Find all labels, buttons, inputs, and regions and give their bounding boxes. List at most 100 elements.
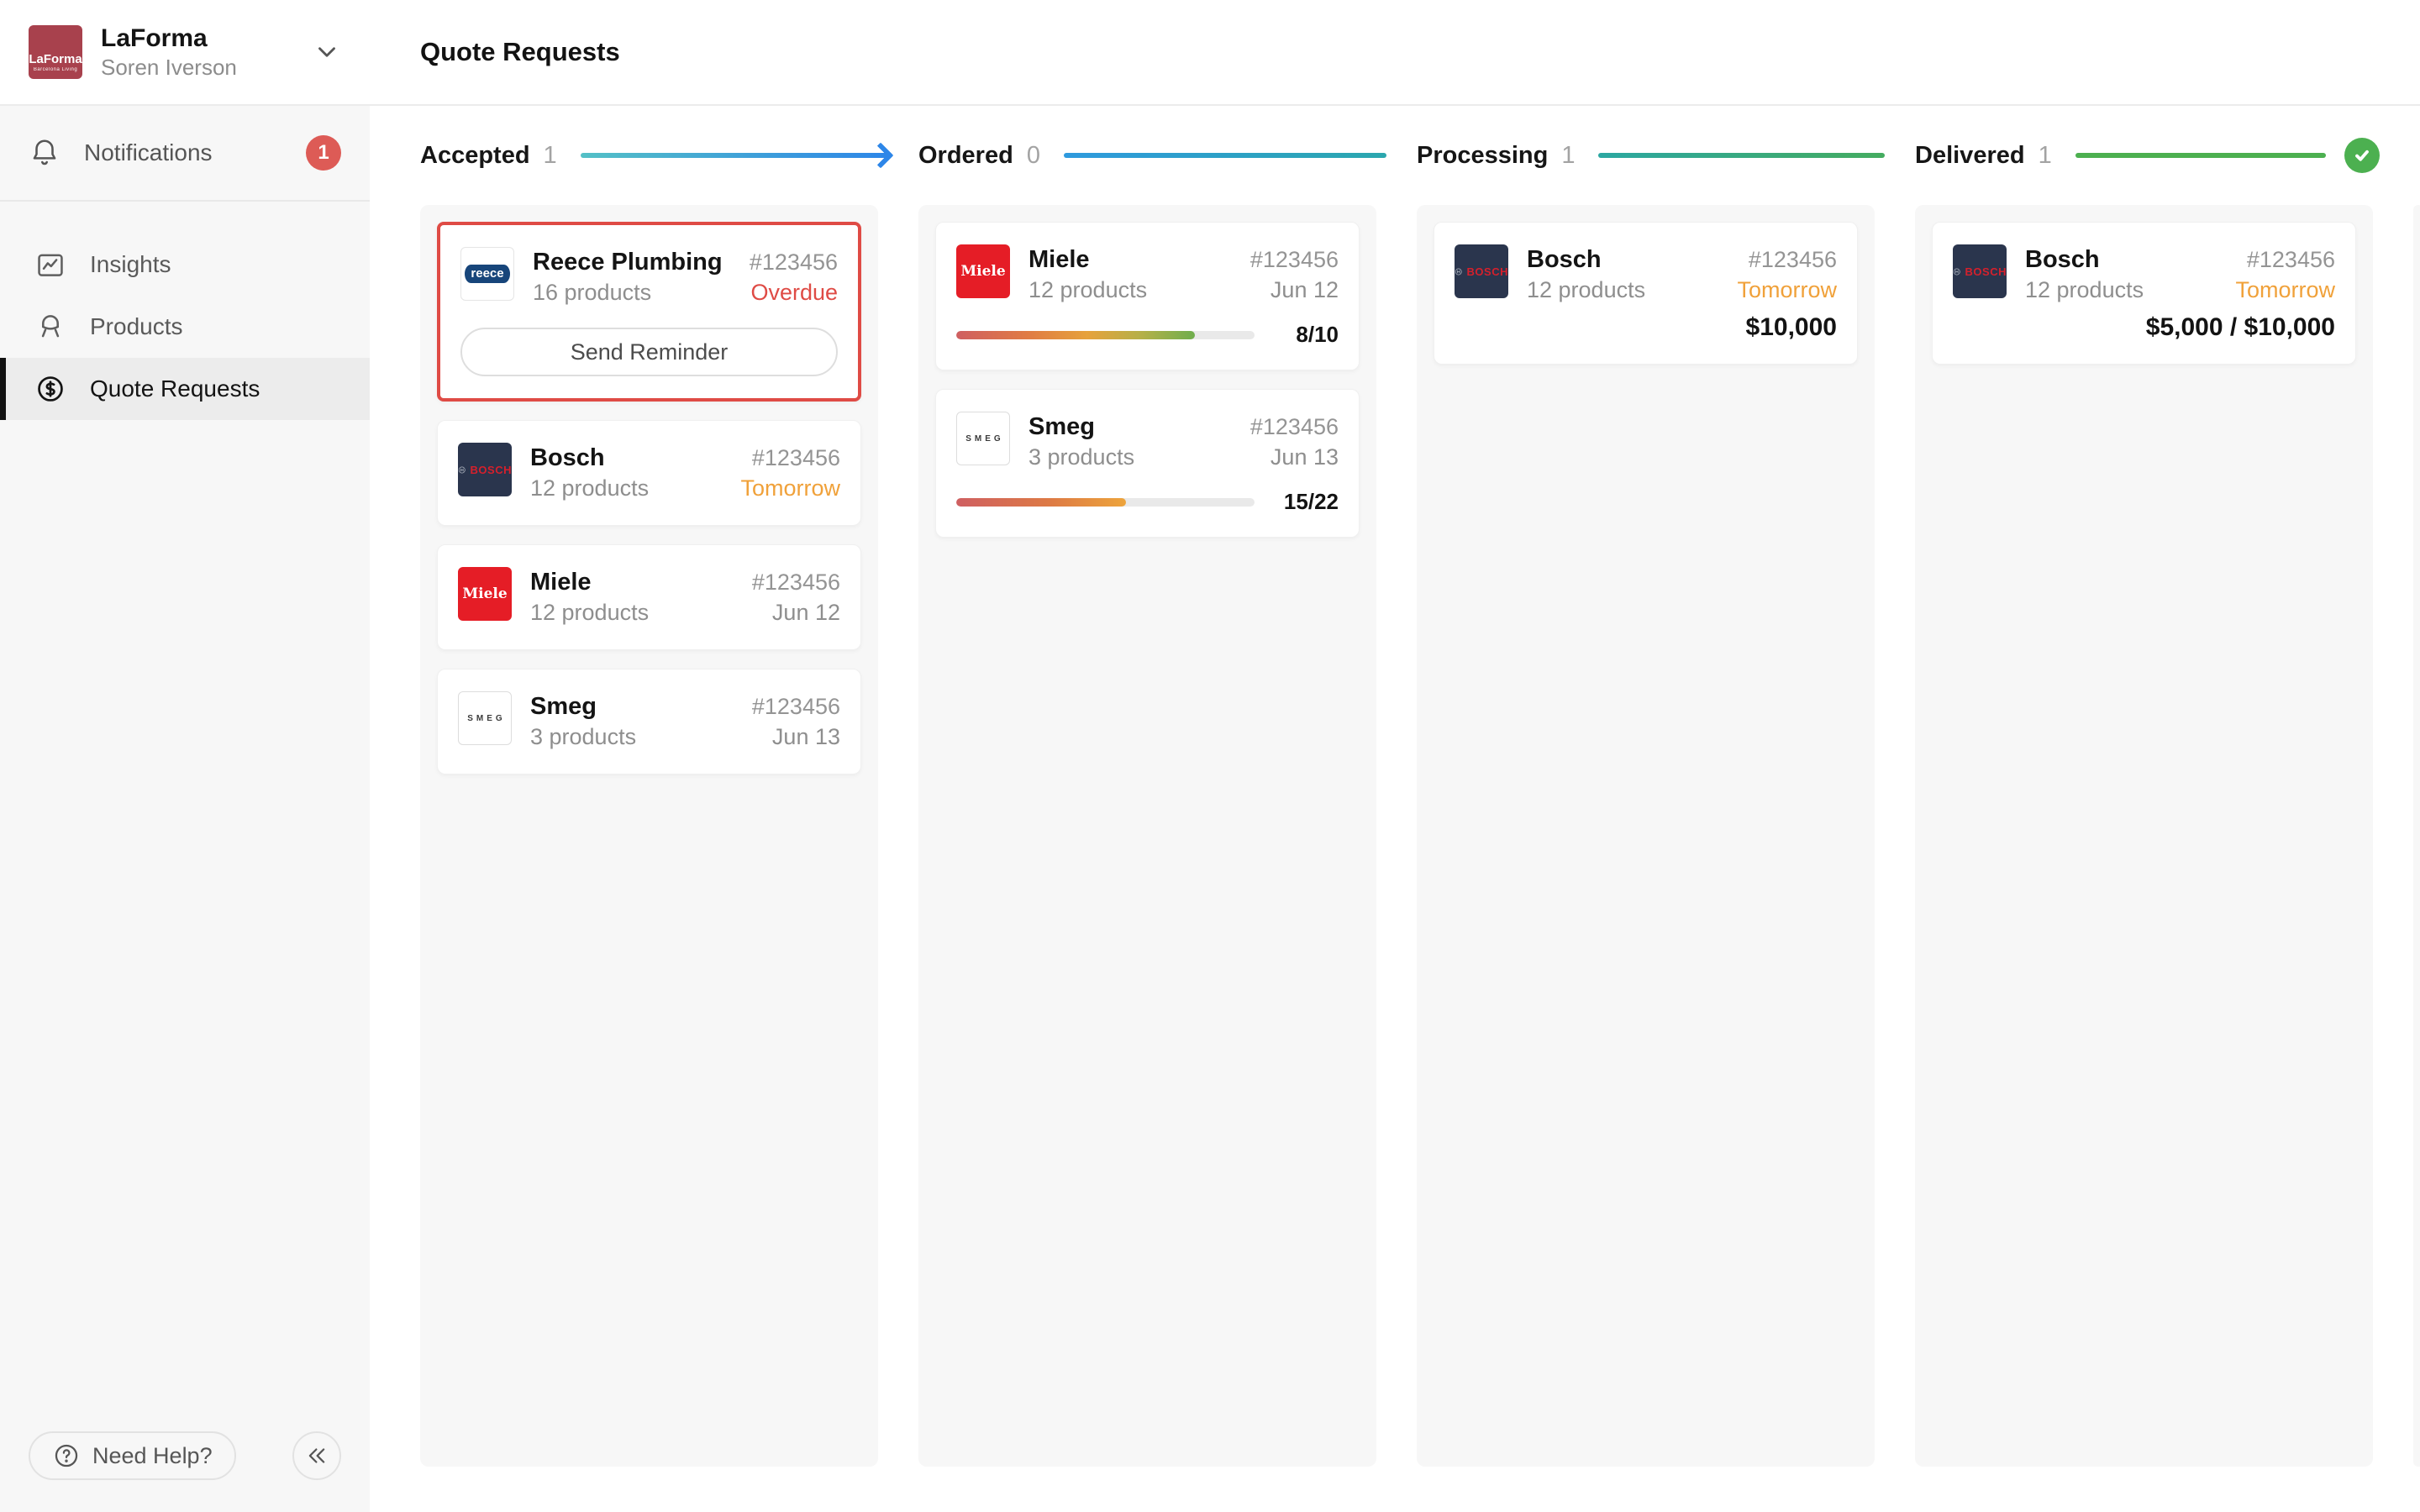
page-title: Quote Requests: [420, 37, 620, 67]
insights-icon: [34, 249, 73, 281]
order-id: #123456: [752, 694, 840, 720]
quote-amount: $5,000 / $10,000: [1953, 313, 2335, 342]
laforma-logo: LaForma Barcelona Living: [29, 25, 82, 79]
question-circle-icon: [52, 1441, 81, 1470]
stage-name: Delivered: [1915, 142, 2025, 170]
column-processing: BOSCH Bosch #123456 12 products Tomorrow…: [1417, 205, 1875, 1467]
quote-card-bosch[interactable]: BOSCH Bosch #123456 12 products Tomorrow…: [1932, 222, 2356, 365]
vendor-name: Bosch: [530, 443, 605, 473]
column-ordered: Miele Miele #123456 12 products Jun 12: [918, 205, 1376, 1467]
sidebar: LaForma Barcelona Living LaForma Soren I…: [0, 0, 370, 1512]
vendor-name: Miele: [1028, 244, 1090, 275]
quote-card-bosch[interactable]: BOSCH Bosch #123456 12 products Tomorrow: [437, 420, 861, 526]
due-status: Jun 12: [1270, 277, 1339, 303]
double-chevron-left-icon: [304, 1443, 329, 1468]
need-help-button[interactable]: Need Help?: [29, 1431, 236, 1480]
stage-count: 1: [2039, 142, 2052, 170]
order-id: #123456: [750, 249, 838, 276]
flow-arrow-line: [581, 153, 888, 158]
kanban-board: reece Reece Plumbing #123456 16 products…: [370, 205, 2420, 1467]
quote-card-bosch[interactable]: BOSCH Bosch #123456 12 products Tomorrow…: [1434, 222, 1858, 365]
due-status: Tomorrow: [2235, 277, 2335, 303]
progress-fill: [956, 498, 1126, 507]
due-status: Jun 12: [772, 600, 840, 626]
order-progress: 8/10: [956, 322, 1339, 348]
product-count: 12 products: [530, 597, 649, 627]
vendor-name: Bosch: [1527, 244, 1602, 275]
bosch-symbol-icon: [458, 463, 466, 477]
product-count: 12 products: [530, 473, 649, 503]
progress-label: 8/10: [1275, 322, 1339, 348]
stage-delivered: Delivered 1: [1915, 138, 2413, 173]
vendor-name: Reece Plumbing: [533, 247, 723, 277]
sidebar-item-insights[interactable]: Insights: [0, 234, 370, 296]
quote-card-smeg[interactable]: SMEG Smeg #123456 3 products Jun 13: [437, 669, 861, 774]
org-name: LaForma: [101, 24, 237, 54]
flow-line: [2075, 153, 2326, 158]
notifications-label: Notifications: [84, 139, 306, 166]
notifications-badge: 1: [306, 135, 341, 171]
stage-accepted: Accepted 1: [420, 142, 918, 170]
send-reminder-button[interactable]: Send Reminder: [460, 328, 838, 376]
product-count: 12 products: [2025, 275, 2144, 305]
bosch-symbol-icon: [1455, 265, 1463, 279]
miele-logo: Miele: [956, 244, 1010, 298]
progress-track: [956, 498, 1255, 507]
product-count: 3 products: [1028, 442, 1134, 472]
bosch-symbol-icon: [1953, 265, 1961, 279]
sidebar-item-label: Quote Requests: [90, 375, 260, 402]
stage-processing: Processing 1: [1417, 142, 1915, 170]
vendor-name: Miele: [530, 567, 592, 597]
quote-card-miele[interactable]: Miele Miele #123456 12 products Jun 12: [935, 222, 1360, 370]
due-status: Jun 13: [772, 724, 840, 750]
dollar-circle-icon: [34, 373, 73, 405]
sidebar-nav: Insights Products Quote Requests: [0, 202, 370, 420]
sidebar-item-quote-requests[interactable]: Quote Requests: [0, 358, 370, 420]
stage-count: 1: [1561, 142, 1575, 170]
order-id: #123456: [1250, 414, 1339, 440]
column-accepted: reece Reece Plumbing #123456 16 products…: [420, 205, 878, 1467]
column-next-partial: [2413, 205, 2420, 1467]
order-id: #123456: [1749, 247, 1837, 273]
org-switcher[interactable]: LaForma Barcelona Living LaForma Soren I…: [0, 0, 370, 106]
sidebar-item-products[interactable]: Products: [0, 296, 370, 358]
stage-name: Accepted: [420, 142, 530, 170]
stage-name: Processing: [1417, 142, 1548, 170]
quote-card-miele[interactable]: Miele Miele #123456 12 products Jun 12: [437, 544, 861, 650]
chevron-down-icon[interactable]: [313, 38, 341, 66]
progress-track: [956, 331, 1255, 339]
flow-line: [1064, 153, 1386, 158]
progress-fill: [956, 331, 1195, 339]
logo-wordmark: LaForma: [29, 53, 82, 66]
vendor-name: Smeg: [1028, 412, 1095, 442]
vendor-name: Bosch: [2025, 244, 2100, 275]
stage-flow-header: Accepted 1 Ordered 0 Processing 1 Delive…: [370, 106, 2420, 205]
bell-icon: [29, 137, 67, 169]
quote-card-smeg[interactable]: SMEG Smeg #123456 3 products Jun 13: [935, 389, 1360, 538]
chair-icon: [34, 311, 73, 343]
sidebar-item-label: Insights: [90, 251, 171, 278]
order-progress: 15/22: [956, 489, 1339, 515]
product-count: 12 products: [1028, 275, 1147, 305]
check-circle-icon: [2344, 138, 2380, 173]
need-help-label: Need Help?: [92, 1443, 213, 1469]
notifications-item[interactable]: Notifications 1: [0, 106, 370, 202]
due-status: Overdue: [750, 280, 838, 306]
stage-count: 1: [544, 142, 557, 170]
order-id: #123456: [752, 570, 840, 596]
logo-tagline: Barcelona Living: [34, 66, 77, 73]
bosch-logo: BOSCH: [458, 443, 512, 496]
stage-ordered: Ordered 0: [918, 142, 1417, 170]
smeg-logo: SMEG: [458, 691, 512, 745]
bosch-logo: BOSCH: [1455, 244, 1508, 298]
quote-card-reece[interactable]: reece Reece Plumbing #123456 16 products…: [437, 222, 861, 402]
progress-label: 15/22: [1275, 489, 1339, 515]
miele-logo: Miele: [458, 567, 512, 621]
stage-name: Ordered: [918, 142, 1013, 170]
column-delivered: BOSCH Bosch #123456 12 products Tomorrow…: [1915, 205, 2373, 1467]
vendor-name: Smeg: [530, 691, 597, 722]
due-status: Tomorrow: [740, 475, 840, 501]
order-id: #123456: [2247, 247, 2335, 273]
order-id: #123456: [1250, 247, 1339, 273]
collapse-sidebar-button[interactable]: [292, 1431, 341, 1480]
